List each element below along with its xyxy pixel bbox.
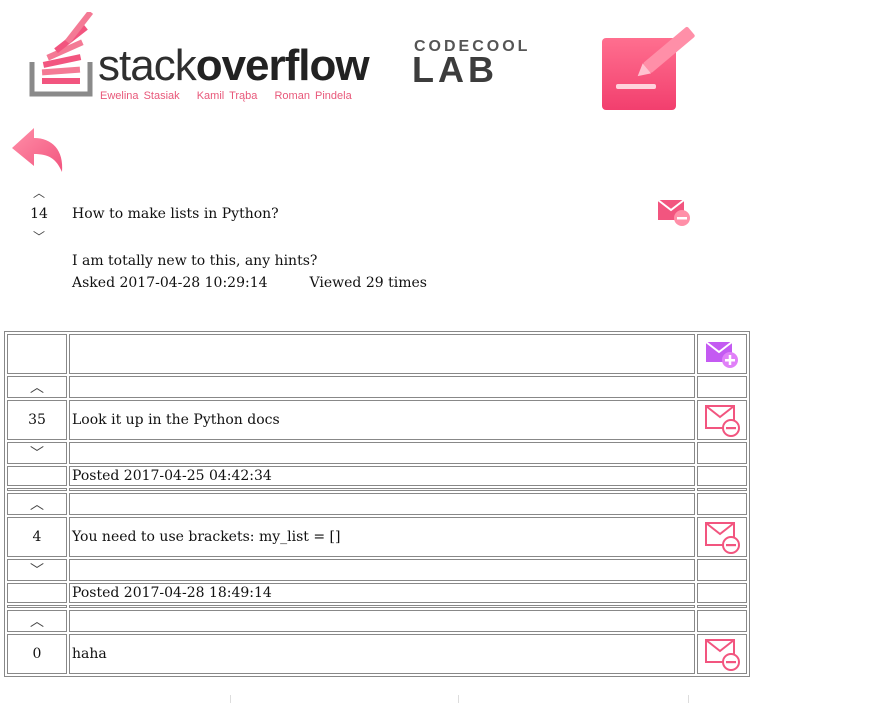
divider	[688, 695, 689, 703]
add-answer-cell	[697, 334, 747, 374]
spacer-cell	[697, 466, 747, 486]
question-body: I am totally new to this, any hints?	[72, 253, 318, 269]
table-row: ︿	[7, 610, 747, 632]
author-name: Kamil Trąba	[196, 90, 258, 102]
answer-text: haha	[69, 634, 695, 674]
upvote-button[interactable]: ︿	[7, 376, 67, 398]
upvote-button[interactable]: ︿	[7, 493, 67, 515]
answer-text: You need to use brackets: my_list = []	[69, 517, 695, 557]
answer-vote-count: 4	[7, 517, 67, 557]
table-row: Posted 2017-04-25 04:42:34	[7, 466, 747, 486]
spacer-cell	[69, 610, 695, 632]
spacer-cell	[697, 376, 747, 398]
table-row: Posted 2017-04-28 18:49:14	[7, 583, 747, 603]
answer-vote-count: 35	[7, 400, 67, 440]
spacer-cell	[697, 493, 747, 515]
logo-wordmark: stackoverflow	[98, 41, 370, 90]
stack-icon	[29, 12, 94, 97]
table-row: ︿	[7, 493, 747, 515]
delete-answer-cell	[697, 400, 747, 440]
answer-text: Look it up in the Python docs	[69, 400, 695, 440]
answer-posted-date: Posted 2017-04-25 04:42:34	[69, 466, 695, 486]
downvote-button[interactable]: ﹀	[7, 559, 67, 581]
table-row: ﹀	[7, 559, 747, 581]
table-row: 4 You need to use brackets: my_list = []	[7, 517, 747, 557]
spacer-cell	[7, 466, 67, 486]
spacer-cell	[697, 583, 747, 603]
question-title: How to make lists in Python?	[72, 206, 279, 222]
divider	[458, 695, 459, 703]
spacer-cell	[697, 442, 747, 464]
question-vote-count: 14	[30, 206, 48, 222]
logo-word-overflow: overflow	[195, 41, 370, 90]
spacer-cell	[69, 442, 695, 464]
lab-text: LAB	[412, 49, 498, 90]
divider	[230, 695, 231, 703]
view-count: Viewed 29 times	[309, 275, 427, 291]
delete-answer-cell	[697, 634, 747, 674]
mail-remove-icon[interactable]	[703, 636, 741, 672]
question-downvote-button[interactable]: ﹀	[28, 228, 50, 245]
answers-table: ︿ 35 Look it up in the Python docs ﹀ Pos…	[4, 331, 750, 677]
header-cell	[69, 334, 695, 374]
mail-remove-icon[interactable]	[656, 196, 692, 228]
spacer-cell	[69, 559, 695, 581]
question-upvote-button[interactable]: ︿	[28, 184, 50, 201]
authors: Ewelina Stasiak Kamil Trąba Roman Pindel…	[100, 90, 364, 102]
downvote-button[interactable]: ﹀	[7, 442, 67, 464]
author-name: Roman Pindela	[274, 90, 352, 102]
table-row: ﹀	[7, 442, 747, 464]
header-cell	[7, 334, 67, 374]
spacer-cell	[697, 610, 747, 632]
mail-remove-icon[interactable]	[703, 402, 741, 438]
edit-icon[interactable]	[598, 10, 702, 114]
spacer-cell	[7, 583, 67, 603]
table-row: 0 haha	[7, 634, 747, 674]
answer-posted-date: Posted 2017-04-28 18:49:14	[69, 583, 695, 603]
stackoverflow-logo[interactable]: stackoverflow Ewelina Stasiak Kamil Trąb…	[28, 12, 392, 108]
delete-answer-cell	[697, 517, 747, 557]
question-meta: Asked 2017-04-28 10:29:14 Viewed 29 times	[72, 275, 427, 291]
spacer-cell	[697, 559, 747, 581]
mail-add-icon[interactable]	[704, 338, 740, 370]
row-separator	[7, 488, 747, 491]
row-separator	[7, 605, 747, 608]
author-name: Ewelina Stasiak	[100, 90, 180, 102]
logo-word-stack: stack	[98, 41, 197, 90]
back-arrow-icon[interactable]	[8, 124, 66, 176]
table-row: 35 Look it up in the Python docs	[7, 400, 747, 440]
upvote-button[interactable]: ︿	[7, 610, 67, 632]
viewport-bottom	[0, 690, 884, 703]
mail-remove-icon[interactable]	[703, 519, 741, 555]
answer-vote-count: 0	[7, 634, 67, 674]
table-row: ︿	[7, 376, 747, 398]
codecool-lab-logo: CODECOOL LAB	[412, 38, 562, 90]
spacer-cell	[69, 376, 695, 398]
spacer-cell	[69, 493, 695, 515]
asked-date: Asked 2017-04-28 10:29:14	[72, 275, 268, 291]
